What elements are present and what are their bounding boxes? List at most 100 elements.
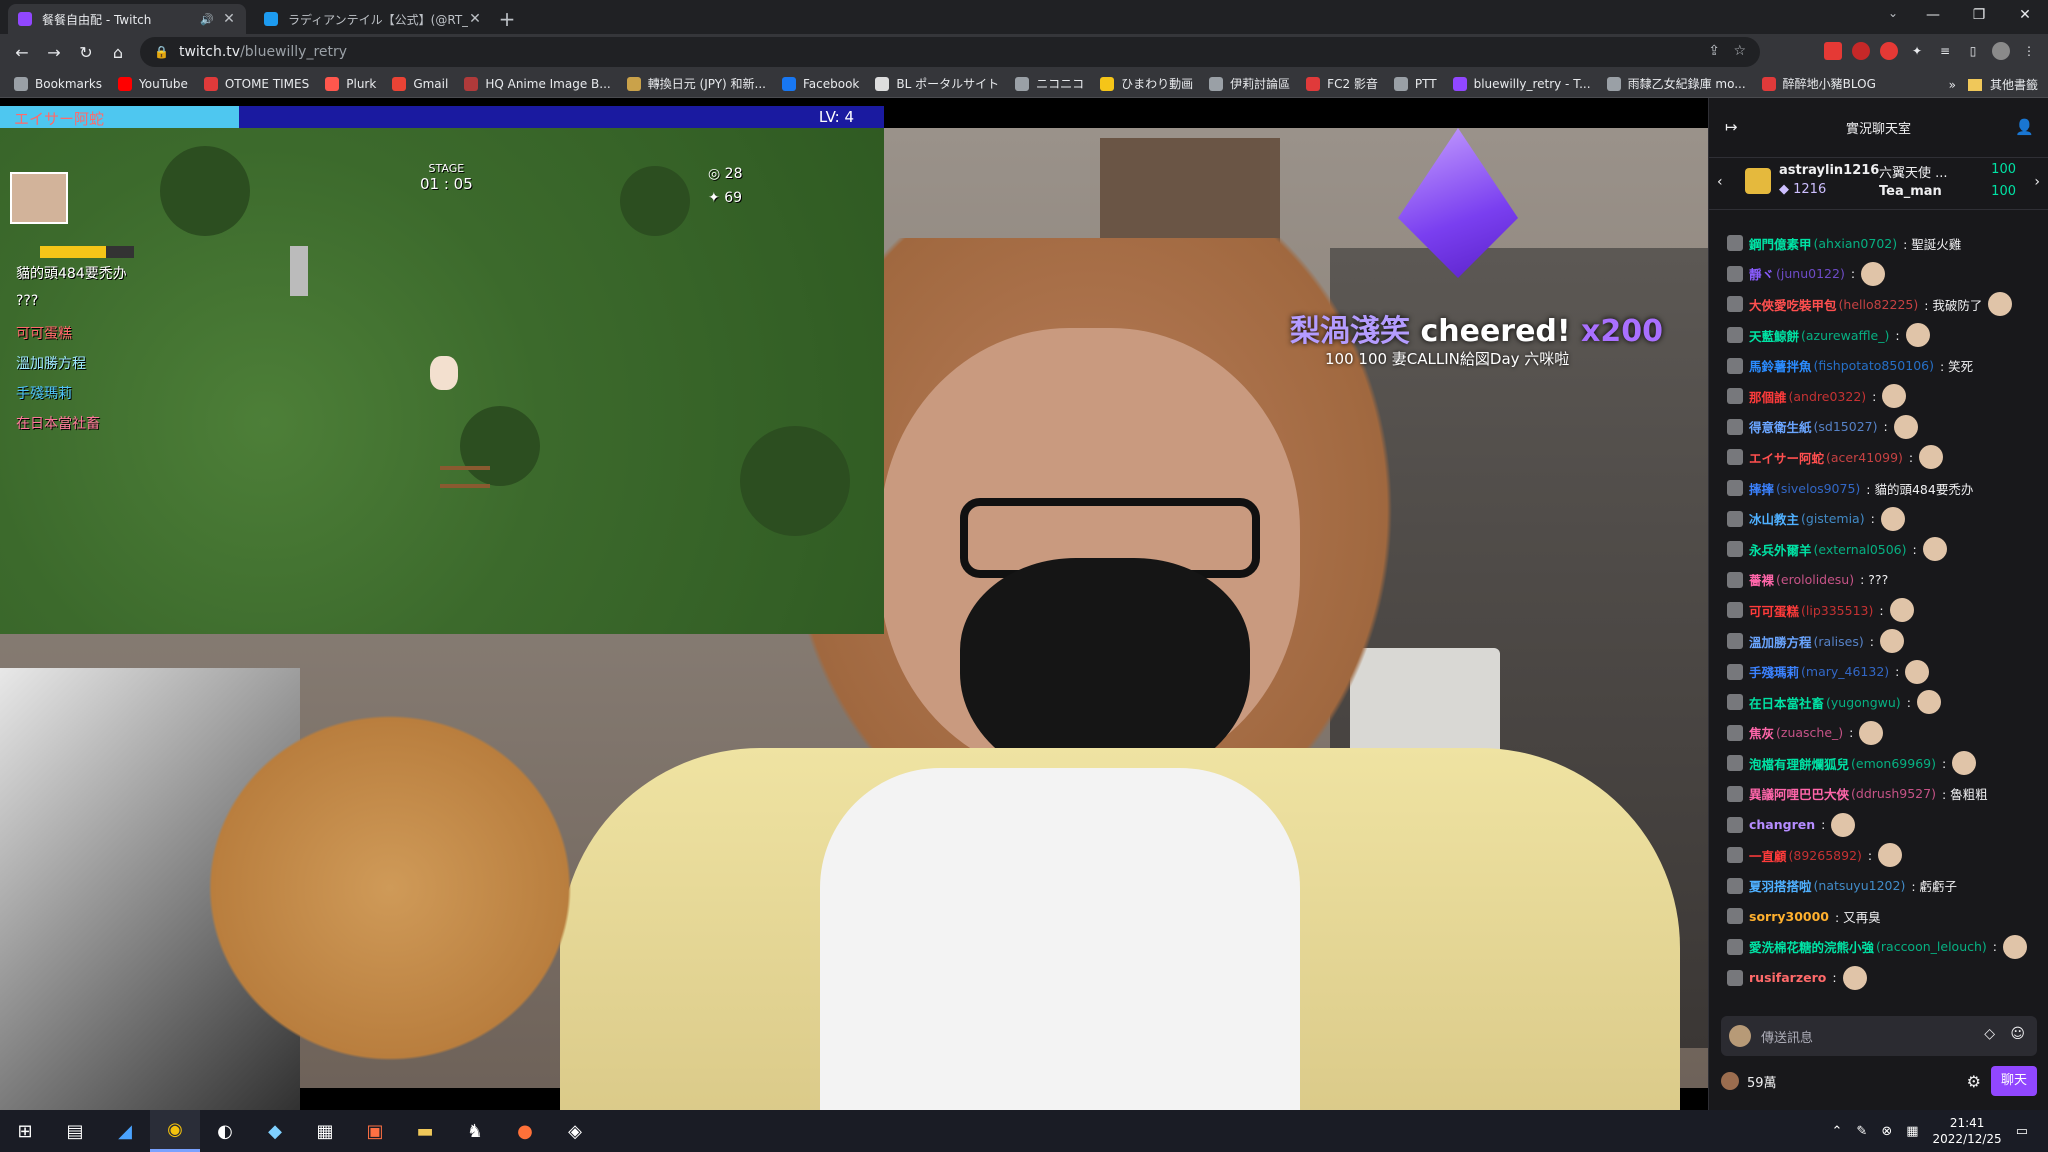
address-bar[interactable]: 🔒 twitch.tv/bluewilly_retry ⇪ ☆ (140, 37, 1760, 67)
bookmark-item[interactable]: HQ Anime Image B... (464, 76, 611, 91)
chat-badge-icon[interactable] (1727, 265, 1743, 282)
emote-icon[interactable] (1893, 414, 1918, 439)
chat-badge-icon[interactable] (1727, 510, 1743, 527)
firefox-icon[interactable]: ● (500, 1110, 550, 1152)
chat-username[interactable]: 摔摔 (1749, 479, 1774, 498)
notifications-icon[interactable]: ▭ (2016, 1124, 2028, 1139)
chat-badge-icon[interactable] (1727, 449, 1743, 466)
emote-icon[interactable] (1882, 384, 1907, 409)
chat-username[interactable]: 永兵外爾羊 (1749, 540, 1812, 559)
emote-picker-icon[interactable]: ☺ (2010, 1026, 2025, 1042)
extension-icon[interactable] (1824, 42, 1842, 60)
reload-icon[interactable]: ↻ (70, 43, 102, 62)
app-icon[interactable]: ◈ (550, 1110, 600, 1152)
app-icon[interactable]: ◐ (200, 1110, 250, 1152)
chat-identity-avatar[interactable] (1729, 1025, 1751, 1047)
chat-badge-icon[interactable] (1727, 816, 1743, 833)
bookmark-item[interactable]: FC2 影音 (1306, 75, 1378, 92)
emote-icon[interactable] (1916, 690, 1941, 715)
chat-badge-icon[interactable] (1727, 357, 1743, 374)
back-icon[interactable]: ← (6, 43, 38, 62)
chat-badge-icon[interactable] (1727, 327, 1743, 344)
bookmark-item[interactable]: ひまわり動画 (1100, 75, 1193, 92)
start-icon[interactable]: ⊞ (0, 1110, 50, 1152)
app-icon[interactable]: ◢ (100, 1110, 150, 1152)
collapse-chat-icon[interactable]: ↦ (1725, 118, 1738, 136)
chat-badge-icon[interactable] (1727, 388, 1743, 405)
emote-icon[interactable] (1880, 506, 1905, 531)
chat-badge-icon[interactable] (1727, 480, 1743, 497)
chat-username[interactable]: 溫加勝方程 (1749, 632, 1812, 651)
minimize-icon[interactable]: — (1910, 0, 1956, 30)
tab-close-icon[interactable]: ✕ (468, 11, 482, 27)
channel-points-icon[interactable] (1721, 1072, 1739, 1090)
chat-username[interactable]: 鋼門億素甲 (1749, 234, 1812, 253)
chat-settings-icon[interactable]: ⚙ (1967, 1072, 1981, 1091)
bookmark-item[interactable]: Facebook (782, 76, 859, 91)
chrome-icon[interactable]: ◉ (150, 1110, 200, 1152)
chat-badge-icon[interactable] (1727, 969, 1743, 986)
chat-username[interactable]: sorry30000 (1749, 909, 1829, 924)
browser-tab[interactable]: ラディアンテイル【公式】(@RT_x_inf✕ (254, 4, 492, 34)
chat-badge-icon[interactable] (1727, 938, 1743, 955)
forward-icon[interactable]: → (38, 43, 70, 62)
puzzle-icon[interactable]: ✦ (1908, 42, 1926, 60)
emote-icon[interactable] (1952, 751, 1977, 776)
tray-app-icon[interactable]: ▦ (1906, 1124, 1918, 1139)
chat-username[interactable]: 薔裸 (1749, 570, 1774, 589)
chat-username[interactable]: 天藍鯨餅 (1749, 326, 1799, 345)
leader-user-1[interactable]: astraylin1216 (1779, 163, 1879, 178)
emote-icon[interactable] (1842, 965, 1867, 990)
chat-username[interactable]: 在日本當社畜 (1749, 693, 1824, 712)
tray-app-icon[interactable]: ⊗ (1881, 1124, 1892, 1139)
chat-username[interactable]: 那個誰 (1749, 387, 1787, 406)
emote-icon[interactable] (1859, 720, 1884, 745)
app-icon[interactable]: ▣ (350, 1110, 400, 1152)
bookmark-star-icon[interactable]: ☆ (1733, 43, 1746, 59)
lock-icon[interactable]: 🔒 (154, 45, 169, 59)
community-icon[interactable]: 👤 (2015, 118, 2034, 136)
emote-icon[interactable] (1988, 292, 2013, 317)
home-icon[interactable]: ⌂ (102, 43, 134, 62)
extension-icon[interactable] (1880, 42, 1898, 60)
chat-username[interactable]: 手殘瑪莉 (1749, 662, 1799, 681)
leaderboard-prev-icon[interactable]: ‹ (1717, 174, 1723, 190)
chat-badge-icon[interactable] (1727, 724, 1743, 741)
chat-username[interactable]: 得意衛生紙 (1749, 417, 1812, 436)
new-tab-button[interactable]: + (492, 4, 522, 34)
leader-user-3[interactable]: Tea_man (1879, 184, 1942, 199)
bookmark-item[interactable]: ニコニコ (1015, 75, 1084, 92)
app-icon[interactable]: ♞ (450, 1110, 500, 1152)
chat-badge-icon[interactable] (1727, 296, 1743, 313)
chat-badge-icon[interactable] (1727, 633, 1743, 650)
chat-username[interactable]: 大俠愛吃裝甲包 (1749, 295, 1837, 314)
chat-send-button[interactable]: 聊天 (1991, 1066, 2037, 1096)
bookmark-item[interactable]: PTT (1393, 76, 1437, 91)
other-bookmarks[interactable]: » 其他書籤 (1949, 76, 2038, 93)
task-view-icon[interactable]: ▤ (50, 1110, 100, 1152)
chat-badge-icon[interactable] (1727, 847, 1743, 864)
bits-icon[interactable]: ◇ (1984, 1026, 1995, 1042)
more-bookmarks-icon[interactable]: » (1949, 78, 1956, 92)
chat-badge-icon[interactable] (1727, 908, 1743, 925)
chat-username[interactable]: 焦灰 (1749, 723, 1774, 742)
share-icon[interactable]: ⇪ (1708, 43, 1720, 59)
chat-username[interactable]: 夏羽搭搭啦 (1749, 876, 1812, 895)
chat-username[interactable]: 靜ヾ (1749, 264, 1774, 283)
app-icon[interactable]: ◆ (250, 1110, 300, 1152)
leader-user-2[interactable]: 六翼天使 ... (1879, 162, 1948, 181)
bookmark-item[interactable]: Gmail (392, 76, 448, 91)
emote-icon[interactable] (1879, 629, 1904, 654)
emote-icon[interactable] (2003, 934, 2028, 959)
chat-badge-icon[interactable] (1727, 602, 1743, 619)
emote-icon[interactable] (1922, 537, 1947, 562)
chat-badge-icon[interactable] (1727, 755, 1743, 772)
profile-avatar[interactable] (1992, 42, 2010, 60)
file-explorer-icon[interactable]: ▬ (400, 1110, 450, 1152)
chat-badge-icon[interactable] (1727, 694, 1743, 711)
tab-audio-icon[interactable]: 🔊 (200, 13, 214, 26)
chat-username[interactable]: 馬鈴薯拌魚 (1749, 356, 1812, 375)
chat-username[interactable]: rusifarzero (1749, 970, 1826, 985)
chat-username[interactable]: 一直顧 (1749, 846, 1787, 865)
bookmark-item[interactable]: Bookmarks (14, 76, 102, 91)
